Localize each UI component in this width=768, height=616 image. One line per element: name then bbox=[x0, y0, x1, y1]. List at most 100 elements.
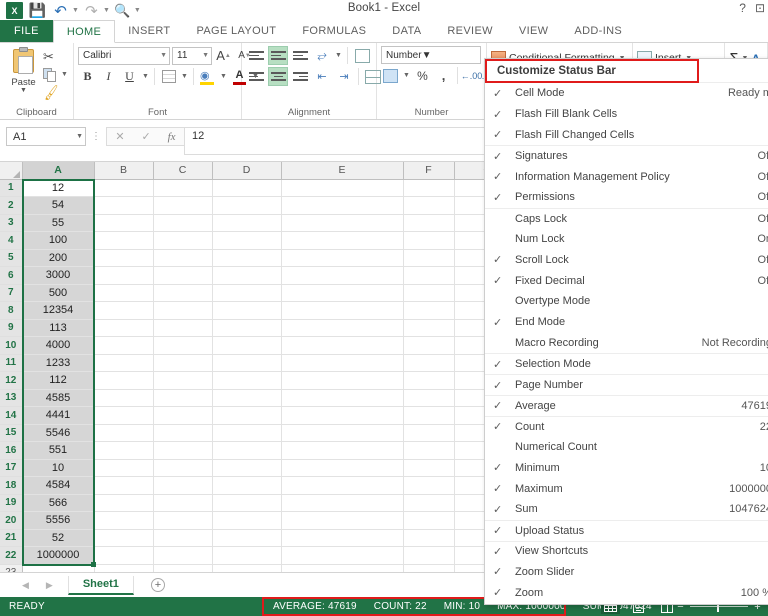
copy-dropdown-icon[interactable]: ▼ bbox=[60, 71, 69, 78]
cell-D8[interactable] bbox=[212, 301, 282, 320]
cell-F16[interactable] bbox=[403, 441, 455, 460]
select-all-corner[interactable] bbox=[0, 162, 23, 180]
status-bar-option-macro-recording[interactable]: Macro Recording Not Recording bbox=[485, 333, 768, 354]
cell-D19[interactable] bbox=[212, 494, 282, 512]
status-bar-option-cell-mode[interactable]: ✓ Cell Mode Ready m bbox=[485, 83, 768, 104]
row-header-2[interactable]: 2 bbox=[0, 196, 23, 215]
status-bar-option-view-shortcuts[interactable]: ✓ View Shortcuts bbox=[485, 540, 768, 562]
borders-dropdown-icon[interactable]: ▼ bbox=[180, 73, 189, 80]
name-box[interactable]: A1 ▼ bbox=[6, 127, 86, 146]
cell-A22[interactable]: 1000000 bbox=[22, 546, 95, 565]
cell-A23[interactable] bbox=[22, 564, 95, 572]
status-bar-option-overtype-mode[interactable]: Overtype Mode bbox=[485, 291, 768, 312]
accounting-dropdown-icon[interactable]: ▼ bbox=[402, 72, 411, 79]
status-bar-option-flash-fill-blank-cells[interactable]: ✓ Flash Fill Blank Cells bbox=[485, 104, 768, 125]
cell-F17[interactable] bbox=[403, 459, 455, 477]
underline-dropdown-icon[interactable]: ▼ bbox=[141, 73, 150, 80]
row-header-22[interactable]: 22 bbox=[0, 546, 23, 565]
cell-C14[interactable] bbox=[153, 406, 213, 425]
cell-B23[interactable] bbox=[94, 564, 154, 572]
cell-B16[interactable] bbox=[94, 441, 154, 460]
row-header-8[interactable]: 8 bbox=[0, 301, 23, 320]
tab-insert[interactable]: INSERT bbox=[115, 20, 183, 42]
cell-E11[interactable] bbox=[281, 354, 404, 372]
cell-A16[interactable]: 551 bbox=[22, 441, 95, 460]
cell-A17[interactable]: 10 bbox=[22, 459, 95, 477]
cell-C19[interactable] bbox=[153, 494, 213, 512]
cell-F20[interactable] bbox=[403, 511, 455, 530]
cell-F5[interactable] bbox=[403, 249, 455, 267]
tab-home[interactable]: HOME bbox=[52, 20, 116, 43]
status-bar-option-maximum[interactable]: ✓ Maximum 1000000 bbox=[485, 478, 768, 499]
cell-B17[interactable] bbox=[94, 459, 154, 477]
tab-view[interactable]: VIEW bbox=[506, 20, 562, 42]
status-bar-option-permissions[interactable]: ✓ Permissions Off bbox=[485, 187, 768, 208]
cell-D10[interactable] bbox=[212, 336, 282, 355]
cell-A9[interactable]: 113 bbox=[22, 319, 95, 337]
orientation-button[interactable]: ⥂ bbox=[312, 46, 332, 65]
copy-button[interactable]: ▼ bbox=[43, 66, 69, 83]
cell-B3[interactable] bbox=[94, 214, 154, 232]
cell-B10[interactable] bbox=[94, 336, 154, 355]
cell-E14[interactable] bbox=[281, 406, 404, 425]
column-header-a[interactable]: A bbox=[22, 162, 95, 180]
row-header-14[interactable]: 14 bbox=[0, 406, 23, 425]
prev-sheet-icon[interactable]: ◀ bbox=[22, 580, 29, 591]
cell-C12[interactable] bbox=[153, 371, 213, 390]
cell-C17[interactable] bbox=[153, 459, 213, 477]
confirm-entry-icon[interactable]: ✓ bbox=[142, 130, 151, 143]
row-header-4[interactable]: 4 bbox=[0, 231, 23, 250]
cell-B9[interactable] bbox=[94, 319, 154, 337]
cell-A1[interactable]: 12 bbox=[22, 179, 95, 197]
row-header-18[interactable]: 18 bbox=[0, 476, 23, 495]
tab-data[interactable]: DATA bbox=[379, 20, 434, 42]
align-top-button[interactable] bbox=[246, 46, 266, 65]
cell-D18[interactable] bbox=[212, 476, 282, 495]
cell-A8[interactable]: 12354 bbox=[22, 301, 95, 320]
cell-A4[interactable]: 100 bbox=[22, 231, 95, 250]
cell-E5[interactable] bbox=[281, 249, 404, 267]
cell-B4[interactable] bbox=[94, 231, 154, 250]
increase-indent-button[interactable]: ⇥ bbox=[334, 67, 354, 86]
cell-A5[interactable]: 200 bbox=[22, 249, 95, 267]
cell-C22[interactable] bbox=[153, 546, 213, 565]
cell-F13[interactable] bbox=[403, 389, 455, 407]
cell-A11[interactable]: 1233 bbox=[22, 354, 95, 372]
cell-D5[interactable] bbox=[212, 249, 282, 267]
status-bar-option-zoom[interactable]: ✓ Zoom 100 % bbox=[485, 582, 768, 603]
help-button[interactable]: ? bbox=[739, 1, 746, 15]
cell-A10[interactable]: 4000 bbox=[22, 336, 95, 355]
row-header-11[interactable]: 11 bbox=[0, 354, 23, 372]
cell-D21[interactable] bbox=[212, 529, 282, 547]
bold-button[interactable]: B bbox=[78, 67, 97, 86]
cell-E10[interactable] bbox=[281, 336, 404, 355]
cell-C4[interactable] bbox=[153, 231, 213, 250]
italic-button[interactable]: I bbox=[99, 67, 118, 86]
cell-B20[interactable] bbox=[94, 511, 154, 530]
cell-D7[interactable] bbox=[212, 284, 282, 302]
decrease-indent-button[interactable]: ⇤ bbox=[312, 67, 332, 86]
column-header-e[interactable]: E bbox=[281, 162, 404, 180]
cell-D20[interactable] bbox=[212, 511, 282, 530]
cell-A14[interactable]: 4441 bbox=[22, 406, 95, 425]
zoom-slider[interactable] bbox=[690, 601, 748, 612]
insert-function-icon[interactable]: fx bbox=[168, 131, 176, 143]
cell-F8[interactable] bbox=[403, 301, 455, 320]
borders-button[interactable] bbox=[159, 67, 178, 86]
row-header-1[interactable]: 1 bbox=[0, 179, 23, 197]
cell-F18[interactable] bbox=[403, 476, 455, 495]
row-header-16[interactable]: 16 bbox=[0, 441, 23, 460]
cell-C2[interactable] bbox=[153, 196, 213, 215]
cell-E20[interactable] bbox=[281, 511, 404, 530]
status-bar-option-end-mode[interactable]: ✓ End Mode bbox=[485, 312, 768, 333]
fill-color-dropdown-icon[interactable]: ▼ bbox=[219, 73, 228, 80]
cell-A6[interactable]: 3000 bbox=[22, 266, 95, 285]
cell-D9[interactable] bbox=[212, 319, 282, 337]
cell-F22[interactable] bbox=[403, 546, 455, 565]
cell-C16[interactable] bbox=[153, 441, 213, 460]
status-bar-option-selection-mode[interactable]: ✓ Selection Mode bbox=[485, 353, 768, 374]
cell-D2[interactable] bbox=[212, 196, 282, 215]
font-name-combo[interactable]: Calibri ▼ bbox=[78, 46, 170, 65]
format-painter-button[interactable]: 🖌 bbox=[42, 83, 69, 101]
cut-button[interactable]: ✂ bbox=[43, 48, 69, 65]
